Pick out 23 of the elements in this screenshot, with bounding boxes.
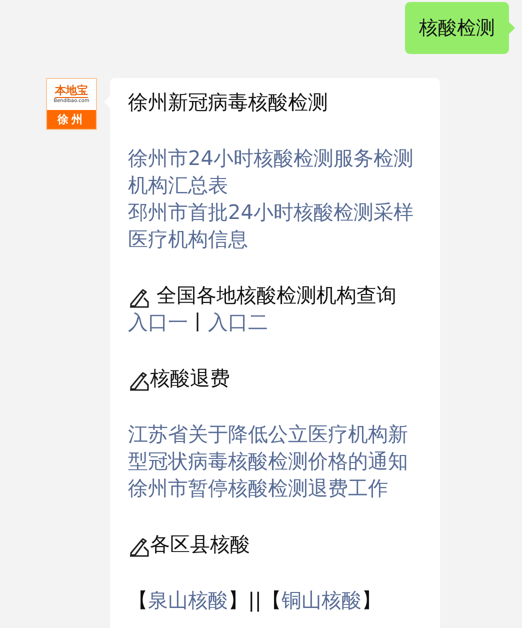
- bracket-text: 丨: [188, 310, 208, 334]
- link[interactable]: 徐州市24小时核酸检测服务检测机构汇总表: [128, 145, 426, 199]
- writing-hand-icon: [128, 370, 150, 390]
- link[interactable]: 徐州市暂停核酸检测退费工作: [128, 475, 426, 502]
- bracket-text: 】: [361, 588, 382, 612]
- link[interactable]: 入口二: [208, 310, 268, 334]
- link[interactable]: 邳州市首批24小时核酸检测采样医疗机构信息: [128, 199, 426, 253]
- bracket-text: 【: [128, 588, 148, 612]
- section-heading: 各区县核酸: [150, 531, 250, 558]
- message-title: 徐州新冠病毒核酸检测: [128, 89, 329, 116]
- section-heading: 全国各地核酸检测机构查询: [155, 282, 396, 309]
- link[interactable]: 江苏省关于降低公立医疗机构新型冠状病毒核酸检测价格的通知: [128, 421, 426, 475]
- writing-hand-icon: [128, 536, 150, 556]
- link[interactable]: 入口一: [128, 310, 188, 334]
- section-heading: 核酸退费: [150, 365, 230, 392]
- bracket-text: 【: [261, 588, 282, 612]
- writing-hand-icon: [128, 288, 150, 308]
- avatar-city: 徐州: [47, 110, 96, 129]
- bracket-text: 】: [228, 588, 248, 612]
- link[interactable]: 泉山核酸: [148, 588, 228, 612]
- link[interactable]: 铜山核酸: [281, 588, 362, 612]
- bracket-text: ||: [248, 588, 262, 612]
- avatar-brand: 本地宝: [55, 84, 88, 98]
